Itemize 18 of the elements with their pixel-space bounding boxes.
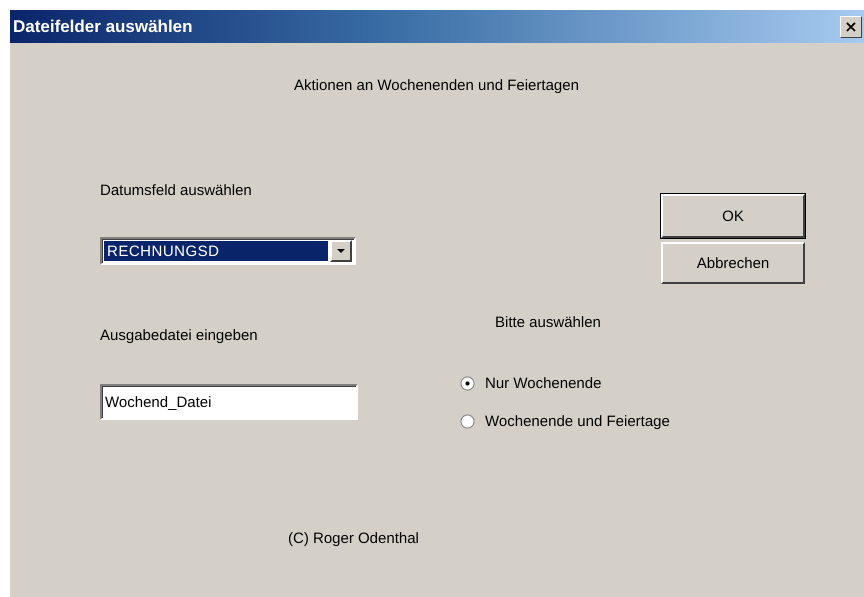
radio-label[interactable]: Nur Wochenende bbox=[485, 375, 602, 392]
dropdown-button[interactable] bbox=[330, 240, 352, 262]
dropdown[interactable]: RECHNUNGSD bbox=[100, 237, 356, 265]
radio-button[interactable] bbox=[460, 376, 475, 391]
window-title: Dateifelder auswählen bbox=[13, 16, 193, 36]
radio-button[interactable] bbox=[460, 414, 475, 429]
dropdown-value: RECHNUNGSD bbox=[104, 241, 328, 261]
field-label: Datumsfeld auswählen bbox=[100, 182, 252, 199]
caret-icon bbox=[337, 249, 345, 253]
cancel-button[interactable]: Abbrechen bbox=[661, 242, 805, 284]
input-field[interactable]: Wochend_Datei bbox=[100, 384, 358, 420]
dialog-heading: Aktionen an Wochenenden und Feiertagen bbox=[294, 77, 579, 94]
ok-button[interactable]: OK bbox=[661, 194, 805, 238]
group-label: Bitte auswählen bbox=[495, 314, 601, 331]
field-label: Ausgabedatei eingeben bbox=[100, 327, 258, 344]
copyright-text: (C) Roger Odenthal bbox=[288, 530, 419, 547]
radio-label[interactable]: Wochenende und Feiertage bbox=[485, 413, 670, 430]
close-button[interactable]: × bbox=[840, 16, 862, 38]
